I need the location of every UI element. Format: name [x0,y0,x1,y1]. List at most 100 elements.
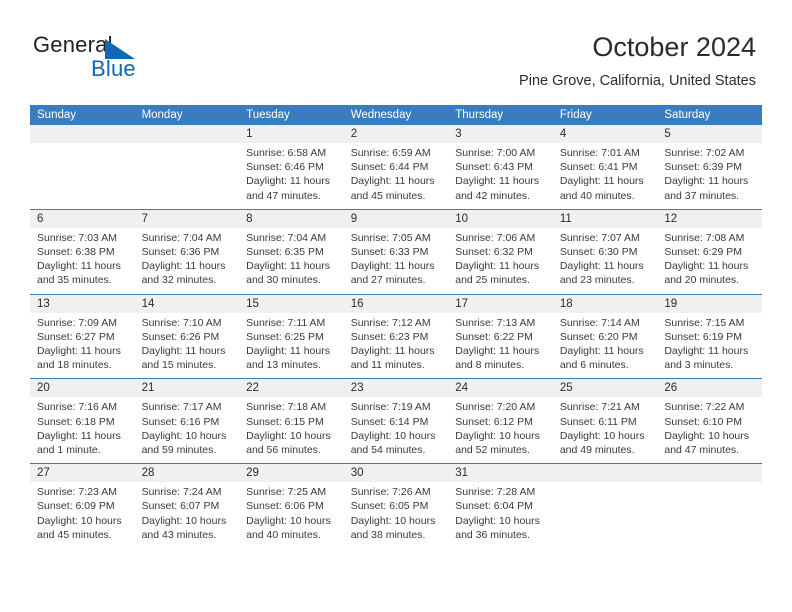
day-detail-line: Sunrise: 7:14 AM [559,316,640,329]
column-header-tuesday: Tuesday [239,105,344,125]
day-cell[interactable]: Sunrise: 7:22 AM Sunset: 6:10 PM Daylight:… [657,397,762,464]
day-number[interactable]: 23 [343,378,449,398]
day-cell[interactable]: Sunrise: 6:58 AM Sunset: 6:46 PM Daylight:… [239,143,344,210]
day-cell[interactable]: Sunrise: 7:08 AM Sunset: 6:29 PM Daylight:… [657,227,762,295]
day-number[interactable]: 1 [239,125,344,143]
column-header-wednesday: Wednesday [343,105,449,125]
day-number[interactable]: 30 [343,463,449,483]
day-cell[interactable]: Sunrise: 7:20 AM Sunset: 6:12 PM Daylight:… [448,397,553,464]
day-cell[interactable]: Sunrise: 7:11 AM Sunset: 6:25 PM Daylight:… [239,312,344,379]
day-detail-line: Sunset: 6:18 PM [37,415,115,428]
day-number[interactable]: 19 [657,293,762,313]
day-cell[interactable]: Sunrise: 7:04 AM Sunset: 6:36 PM Daylight:… [134,227,240,295]
day-detail-line: Sunrise: 6:59 AM [350,147,431,159]
day-cell[interactable]: Sunrise: 7:10 AM Sunset: 6:26 PM Daylight:… [134,312,240,379]
day-number[interactable]: 14 [134,293,240,313]
day-detail-line: and 23 minutes. [559,274,635,287]
day-number-empty [30,125,135,143]
day-number[interactable]: 21 [134,378,240,398]
day-cell[interactable]: Sunrise: 6:59 AM Sunset: 6:44 PM Daylight:… [343,143,449,210]
day-cell[interactable]: Sunrise: 7:17 AM Sunset: 6:16 PM Daylight:… [134,397,240,464]
day-detail-line: Sunrise: 7:13 AM [455,316,536,329]
day-detail-line: Daylight: 11 hours [246,345,330,358]
day-cell[interactable]: Sunrise: 7:18 AM Sunset: 6:15 PM Daylight:… [239,397,344,464]
day-number[interactable]: 4 [552,125,658,143]
day-detail-line: Daylight: 11 hours [559,175,644,188]
day-number[interactable]: 22 [239,378,344,398]
day-detail-line: Daylight: 11 hours [246,260,330,273]
day-number[interactable]: 11 [552,208,658,228]
day-number[interactable]: 28 [134,463,240,483]
day-cell-empty [552,482,658,549]
day-number[interactable]: 18 [552,293,658,313]
day-number[interactable]: 31 [448,463,553,483]
day-number[interactable]: 13 [30,293,135,313]
day-cell[interactable]: Sunrise: 7:02 AM Sunset: 6:39 PM Daylight:… [657,143,762,210]
day-detail-line: Sunrise: 7:20 AM [455,401,536,414]
day-cell[interactable]: Sunrise: 7:28 AM Sunset: 6:04 PM Daylight:… [448,482,553,549]
day-cell[interactable]: Sunrise: 7:21 AM Sunset: 6:11 PM Daylight:… [552,397,658,464]
day-number[interactable]: 26 [657,378,762,398]
day-cell[interactable]: Sunrise: 7:01 AM Sunset: 6:41 PM Daylight:… [552,143,658,210]
day-number[interactable]: 9 [343,208,449,228]
day-number[interactable]: 7 [134,208,240,228]
day-cell[interactable]: Sunrise: 7:04 AM Sunset: 6:35 PM Daylight:… [239,227,344,295]
column-header-thursday: Thursday [448,105,553,125]
day-number[interactable]: 25 [552,378,658,398]
day-number[interactable]: 8 [239,208,344,228]
day-cell[interactable]: Sunrise: 7:26 AM Sunset: 6:05 PM Daylight:… [343,482,449,549]
day-detail-line: Sunrise: 7:11 AM [246,316,326,329]
day-cell[interactable]: Sunrise: 7:16 AM Sunset: 6:18 PM Daylight:… [30,397,135,464]
day-cell[interactable]: Sunrise: 7:15 AM Sunset: 6:19 PM Daylight:… [657,312,762,379]
day-detail-line: and 35 minutes. [37,274,112,287]
day-cell[interactable]: Sunrise: 7:06 AM Sunset: 6:32 PM Daylight:… [448,227,553,295]
day-cell[interactable]: Sunrise: 7:09 AM Sunset: 6:27 PM Daylight:… [30,312,135,379]
day-detail-line: Daylight: 11 hours [455,260,540,273]
day-detail-line: and 30 minutes. [246,274,321,287]
day-cell[interactable]: Sunrise: 7:13 AM Sunset: 6:22 PM Daylight:… [448,312,553,379]
day-detail-line: Sunset: 6:26 PM [141,330,220,343]
day-detail-line: and 15 minutes. [141,359,217,372]
day-cell[interactable]: Sunrise: 7:24 AM Sunset: 6:07 PM Daylight:… [134,482,240,549]
day-cell[interactable]: Sunrise: 7:07 AM Sunset: 6:30 PM Daylight:… [552,227,658,295]
day-detail-line: Sunrise: 7:10 AM [141,316,222,329]
day-detail-line: Sunset: 6:20 PM [559,330,638,343]
day-detail-line: Daylight: 11 hours [664,345,749,358]
day-number[interactable]: 29 [239,463,344,483]
day-cell[interactable]: Sunrise: 7:14 AM Sunset: 6:20 PM Daylight:… [552,312,658,379]
day-number[interactable]: 20 [30,378,135,398]
day-detail-line: Sunrise: 7:00 AM [455,147,536,159]
day-detail-line: Sunrise: 7:18 AM [246,401,327,414]
day-number[interactable]: 16 [343,293,449,313]
day-number[interactable]: 3 [448,125,553,143]
day-number[interactable]: 24 [448,378,553,398]
day-detail-line: Sunset: 6:19 PM [664,330,743,343]
day-detail-line: and 47 minutes. [246,189,321,202]
day-number-empty [657,463,762,483]
day-cell[interactable]: Sunrise: 7:05 AM Sunset: 6:33 PM Daylight:… [343,227,449,295]
day-cell[interactable]: Sunrise: 7:25 AM Sunset: 6:06 PM Daylight:… [239,482,344,549]
day-cell[interactable]: Sunrise: 7:19 AM Sunset: 6:14 PM Daylight:… [343,397,449,464]
day-number[interactable]: 17 [448,293,553,313]
day-detail-line: Sunrise: 7:05 AM [350,231,431,244]
day-detail-line: Sunrise: 7:19 AM [350,401,431,414]
day-number[interactable]: 12 [657,208,762,228]
sunrise-sunset-calendar-table: Sunday Monday Tuesday Wednesday Thursday… [30,105,762,549]
day-number[interactable]: 2 [343,125,449,143]
column-header-saturday: Saturday [657,105,762,125]
day-detail-line: and 37 minutes. [664,189,740,202]
day-cell[interactable]: Sunrise: 7:00 AM Sunset: 6:43 PM Daylight:… [448,143,553,210]
day-number[interactable]: 27 [30,463,135,483]
day-number[interactable]: 6 [30,208,135,228]
day-cell[interactable]: Sunrise: 7:12 AM Sunset: 6:23 PM Daylight:… [343,312,449,379]
day-number[interactable]: 10 [448,208,553,228]
week-daynumber-row: 12345 [30,125,762,143]
day-cell[interactable]: Sunrise: 7:23 AM Sunset: 6:09 PM Daylight:… [30,482,135,549]
day-detail-line: Daylight: 11 hours [664,175,749,188]
day-number[interactable]: 15 [239,293,344,313]
day-detail-line: and 18 minutes. [37,359,112,372]
general-blue-logo[interactable]: General Blue [33,32,183,84]
day-number[interactable]: 5 [657,125,762,143]
day-detail-line: and 1 minute. [37,444,101,457]
day-cell[interactable]: Sunrise: 7:03 AM Sunset: 6:38 PM Daylight:… [30,227,135,295]
